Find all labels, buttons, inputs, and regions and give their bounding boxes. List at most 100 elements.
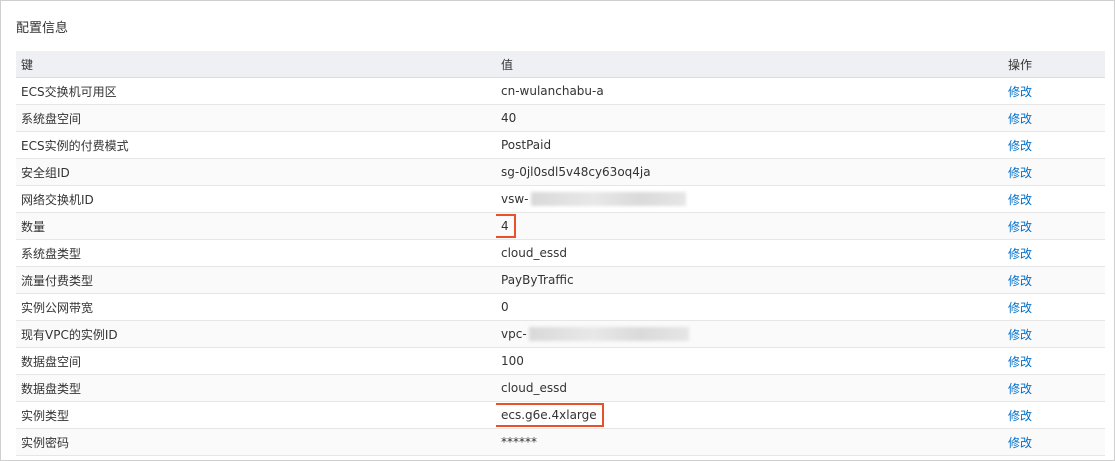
modify-link[interactable]: 修改 [1008,436,1032,450]
row-key: 数据盘空间 [16,347,496,375]
row-action-cell: 修改 [1003,185,1105,213]
row-value: vsw- [501,192,686,207]
row-action-cell: 修改 [1003,347,1105,375]
row-value: cn-wulanchabu-a [501,84,604,98]
row-value-cell: PostPaid [496,131,1003,159]
row-value-text: 4 [501,219,509,233]
row-value: vpc- [501,327,689,342]
modify-link[interactable]: 修改 [1008,247,1032,261]
row-value: PayByTraffic [501,273,574,287]
modify-link[interactable]: 修改 [1008,409,1032,423]
row-value-cell: PayByTraffic [496,266,1003,294]
table-row: 数据盘空间 100 修改 [16,347,1105,375]
row-value-text: cloud_essd [501,381,567,395]
row-value-text: 0 [501,300,509,314]
config-panel: 配置信息 键 值 操作 ECS交换机可用区 cn-wulanchabu-a 修改 系统… [0,0,1115,461]
row-value-text: ecs.g6e.4xlarge [501,408,597,422]
row-action-cell: 修改 [1003,104,1105,132]
modify-link[interactable]: 修改 [1008,139,1032,153]
table-row: 网络交换机ID vsw- 修改 [16,185,1105,213]
row-value-text: PayByTraffic [501,273,574,287]
config-table: 键 值 操作 ECS交换机可用区 cn-wulanchabu-a 修改 系统盘空间 40… [16,51,1105,456]
redacted-value-blur [530,192,686,207]
highlighted-value: 4 [496,214,516,238]
redacted-value-blur [528,327,689,342]
modify-link[interactable]: 修改 [1008,355,1032,369]
row-value-cell: 40 [496,104,1003,132]
row-key: 安全组ID [16,158,496,186]
row-value-text: cn-wulanchabu-a [501,84,604,98]
panel-title: 配置信息 [16,21,69,36]
row-action-cell: 修改 [1003,131,1105,159]
row-value-cell: 4 [496,212,1003,240]
header-value: 值 [496,51,1003,78]
row-key: 数量 [16,212,496,240]
modify-link[interactable]: 修改 [1008,274,1032,288]
row-value: 100 [501,354,524,368]
row-key: 系统盘空间 [16,104,496,132]
row-key: 数据盘类型 [16,374,496,402]
table-row: 系统盘类型 cloud_essd 修改 [16,239,1105,267]
row-value-text: PostPaid [501,138,552,152]
row-key: 系统盘类型 [16,239,496,267]
row-action-cell: 修改 [1003,374,1105,402]
row-value-text: ****** [501,435,537,449]
row-value-text: 40 [501,111,517,125]
header-action: 操作 [1003,51,1105,78]
table-row: 现有VPC的实例ID vpc- 修改 [16,320,1105,348]
row-value-text: sg-0jl0sdl5v48cy63oq4ja [501,165,651,179]
row-value: PostPaid [501,138,551,152]
row-key: 现有VPC的实例ID [16,320,496,348]
row-value-cell: ecs.g6e.4xlarge [496,401,1003,429]
row-key: 流量付费类型 [16,266,496,294]
highlighted-value: ecs.g6e.4xlarge [496,403,604,427]
row-key: ECS交换机可用区 [16,77,496,105]
table-row: ECS实例的付费模式 PostPaid 修改 [16,131,1105,159]
row-value-cell: vpc- [496,320,1003,348]
row-value-cell: ****** [496,428,1003,456]
modify-link[interactable]: 修改 [1008,193,1032,207]
row-value: sg-0jl0sdl5v48cy63oq4ja [501,165,651,179]
row-action-cell: 修改 [1003,239,1105,267]
row-key: 实例密码 [16,428,496,456]
modify-link[interactable]: 修改 [1008,382,1032,396]
modify-link[interactable]: 修改 [1008,220,1032,234]
row-value: ****** [501,435,537,449]
table-row: 实例公网带宽 0 修改 [16,293,1105,321]
row-key: ECS实例的付费模式 [16,131,496,159]
row-value-cell: cloud_essd [496,239,1003,267]
row-value: 0 [501,300,509,314]
row-action-cell: 修改 [1003,428,1105,456]
table-row: 安全组ID sg-0jl0sdl5v48cy63oq4ja 修改 [16,158,1105,186]
table-header-row: 键 值 操作 [16,51,1105,78]
row-value-text: vpc- [501,326,527,341]
row-value: cloud_essd [501,246,567,260]
modify-link[interactable]: 修改 [1008,328,1032,342]
row-value-text: 100 [501,354,524,368]
modify-link[interactable]: 修改 [1008,166,1032,180]
modify-link[interactable]: 修改 [1008,112,1032,126]
row-key: 实例公网带宽 [16,293,496,321]
row-key: 实例类型 [16,401,496,429]
table-row: ECS交换机可用区 cn-wulanchabu-a 修改 [16,77,1105,105]
row-value-cell: sg-0jl0sdl5v48cy63oq4ja [496,158,1003,186]
row-value-text: vsw- [501,191,529,206]
header-key: 键 [16,51,496,78]
table-row: 系统盘空间 40 修改 [16,104,1105,132]
row-action-cell: 修改 [1003,401,1105,429]
row-action-cell: 修改 [1003,77,1105,105]
table-row: 数量 4 修改 [16,212,1105,240]
modify-link[interactable]: 修改 [1008,301,1032,315]
row-value-cell: 0 [496,293,1003,321]
row-value-cell: 100 [496,347,1003,375]
row-value-cell: cn-wulanchabu-a [496,77,1003,105]
row-value-cell: cloud_essd [496,374,1003,402]
table-row: 实例类型 ecs.g6e.4xlarge 修改 [16,401,1105,429]
table-row: 流量付费类型 PayByTraffic 修改 [16,266,1105,294]
row-action-cell: 修改 [1003,320,1105,348]
row-value: 40 [501,111,516,125]
table-row: 数据盘类型 cloud_essd 修改 [16,374,1105,402]
row-value-text: cloud_essd [501,246,567,260]
row-key: 网络交换机ID [16,185,496,213]
modify-link[interactable]: 修改 [1008,85,1032,99]
